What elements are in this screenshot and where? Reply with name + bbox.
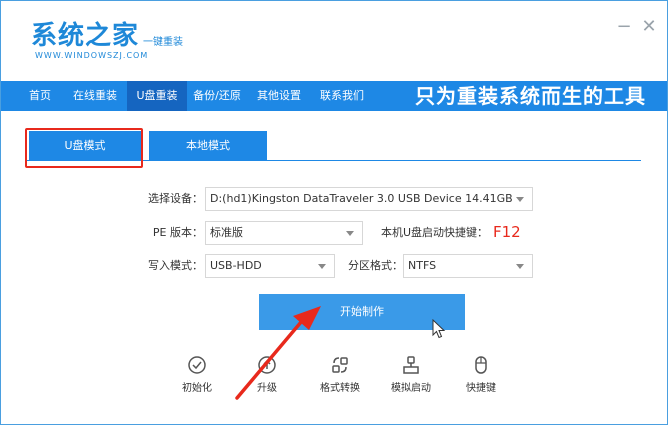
nav-item-other-settings[interactable]: 其他设置	[249, 81, 309, 111]
app-logo: 系统之家	[31, 21, 140, 51]
mouse-pointer-icon	[432, 319, 446, 339]
chevron-down-icon	[516, 264, 524, 269]
slogan: 只为重装系统而生的工具	[415, 84, 646, 108]
tool-initialize-label: 初始化	[182, 383, 212, 394]
tool-upgrade[interactable]: 升级	[237, 355, 297, 394]
write-mode-select[interactable]: USB-HDD	[205, 254, 335, 278]
check-circle-icon	[188, 356, 206, 374]
close-button[interactable]: ✕	[638, 15, 660, 37]
mouse-icon	[475, 356, 487, 374]
main-nav: 首页 在线重装 U盘重装 备份/还原 其他设置 联系我们 只为重装系统而生的工具	[1, 81, 667, 111]
write-mode-label: 写入模式：	[148, 259, 203, 272]
tool-hotkey[interactable]: 快捷键	[451, 355, 511, 394]
app-logo-url: WWW.WINDOWSZJ.COM	[35, 51, 149, 60]
app-window: 系统之家 一键重装 WWW.WINDOWSZJ.COM − ✕ 首页 在线重装 …	[0, 0, 668, 425]
partition-format-select-value: NTFS	[408, 259, 437, 272]
tool-simulate-boot-label: 模拟启动	[391, 383, 431, 394]
title-bar: 系统之家 一键重装 WWW.WINDOWSZJ.COM − ✕	[1, 1, 667, 81]
tool-initialize[interactable]: 初始化	[167, 355, 227, 394]
chevron-down-icon	[318, 264, 326, 269]
tool-hotkey-label: 快捷键	[466, 383, 496, 394]
tool-format-convert-label: 格式转换	[320, 383, 360, 394]
chevron-down-icon	[516, 197, 524, 202]
write-mode-select-value: USB-HDD	[210, 259, 262, 272]
nav-item-backup-restore[interactable]: 备份/还原	[187, 81, 247, 111]
app-logo-suffix: 一键重装	[143, 37, 183, 48]
pe-version-label: PE 版本：	[152, 226, 203, 239]
tool-format-convert[interactable]: 格式转换	[310, 355, 370, 394]
nav-item-online-reinstall[interactable]: 在线重装	[63, 81, 127, 111]
nav-item-contact-us[interactable]: 联系我们	[311, 81, 373, 111]
simulate-boot-icon	[403, 356, 419, 374]
pe-version-select-value: 标准版	[210, 226, 243, 239]
tool-upgrade-label: 升级	[257, 383, 277, 394]
nav-item-usb-reinstall[interactable]: U盘重装	[127, 81, 187, 111]
device-select[interactable]: D:(hd1)Kingston DataTraveler 3.0 USB Dev…	[205, 187, 533, 211]
partition-format-select[interactable]: NTFS	[403, 254, 533, 278]
device-select-value: D:(hd1)Kingston DataTraveler 3.0 USB Dev…	[210, 192, 513, 205]
tab-usb-mode[interactable]: U盘模式	[29, 131, 141, 161]
nav-item-home[interactable]: 首页	[17, 81, 63, 111]
usb-boot-hotkey-label: 本机U盘启动快捷键：	[381, 226, 489, 239]
tool-simulate-boot[interactable]: 模拟启动	[381, 355, 441, 394]
upgrade-icon	[258, 356, 276, 374]
partition-format-label: 分区格式：	[348, 259, 403, 272]
usb-boot-hotkey-value: F12	[493, 223, 521, 241]
chevron-down-icon	[346, 231, 354, 236]
convert-icon	[332, 357, 348, 373]
minimize-button[interactable]: −	[613, 15, 635, 37]
pe-version-select[interactable]: 标准版	[205, 221, 363, 245]
tab-local-mode[interactable]: 本地模式	[149, 131, 267, 161]
device-label: 选择设备：	[148, 192, 203, 205]
